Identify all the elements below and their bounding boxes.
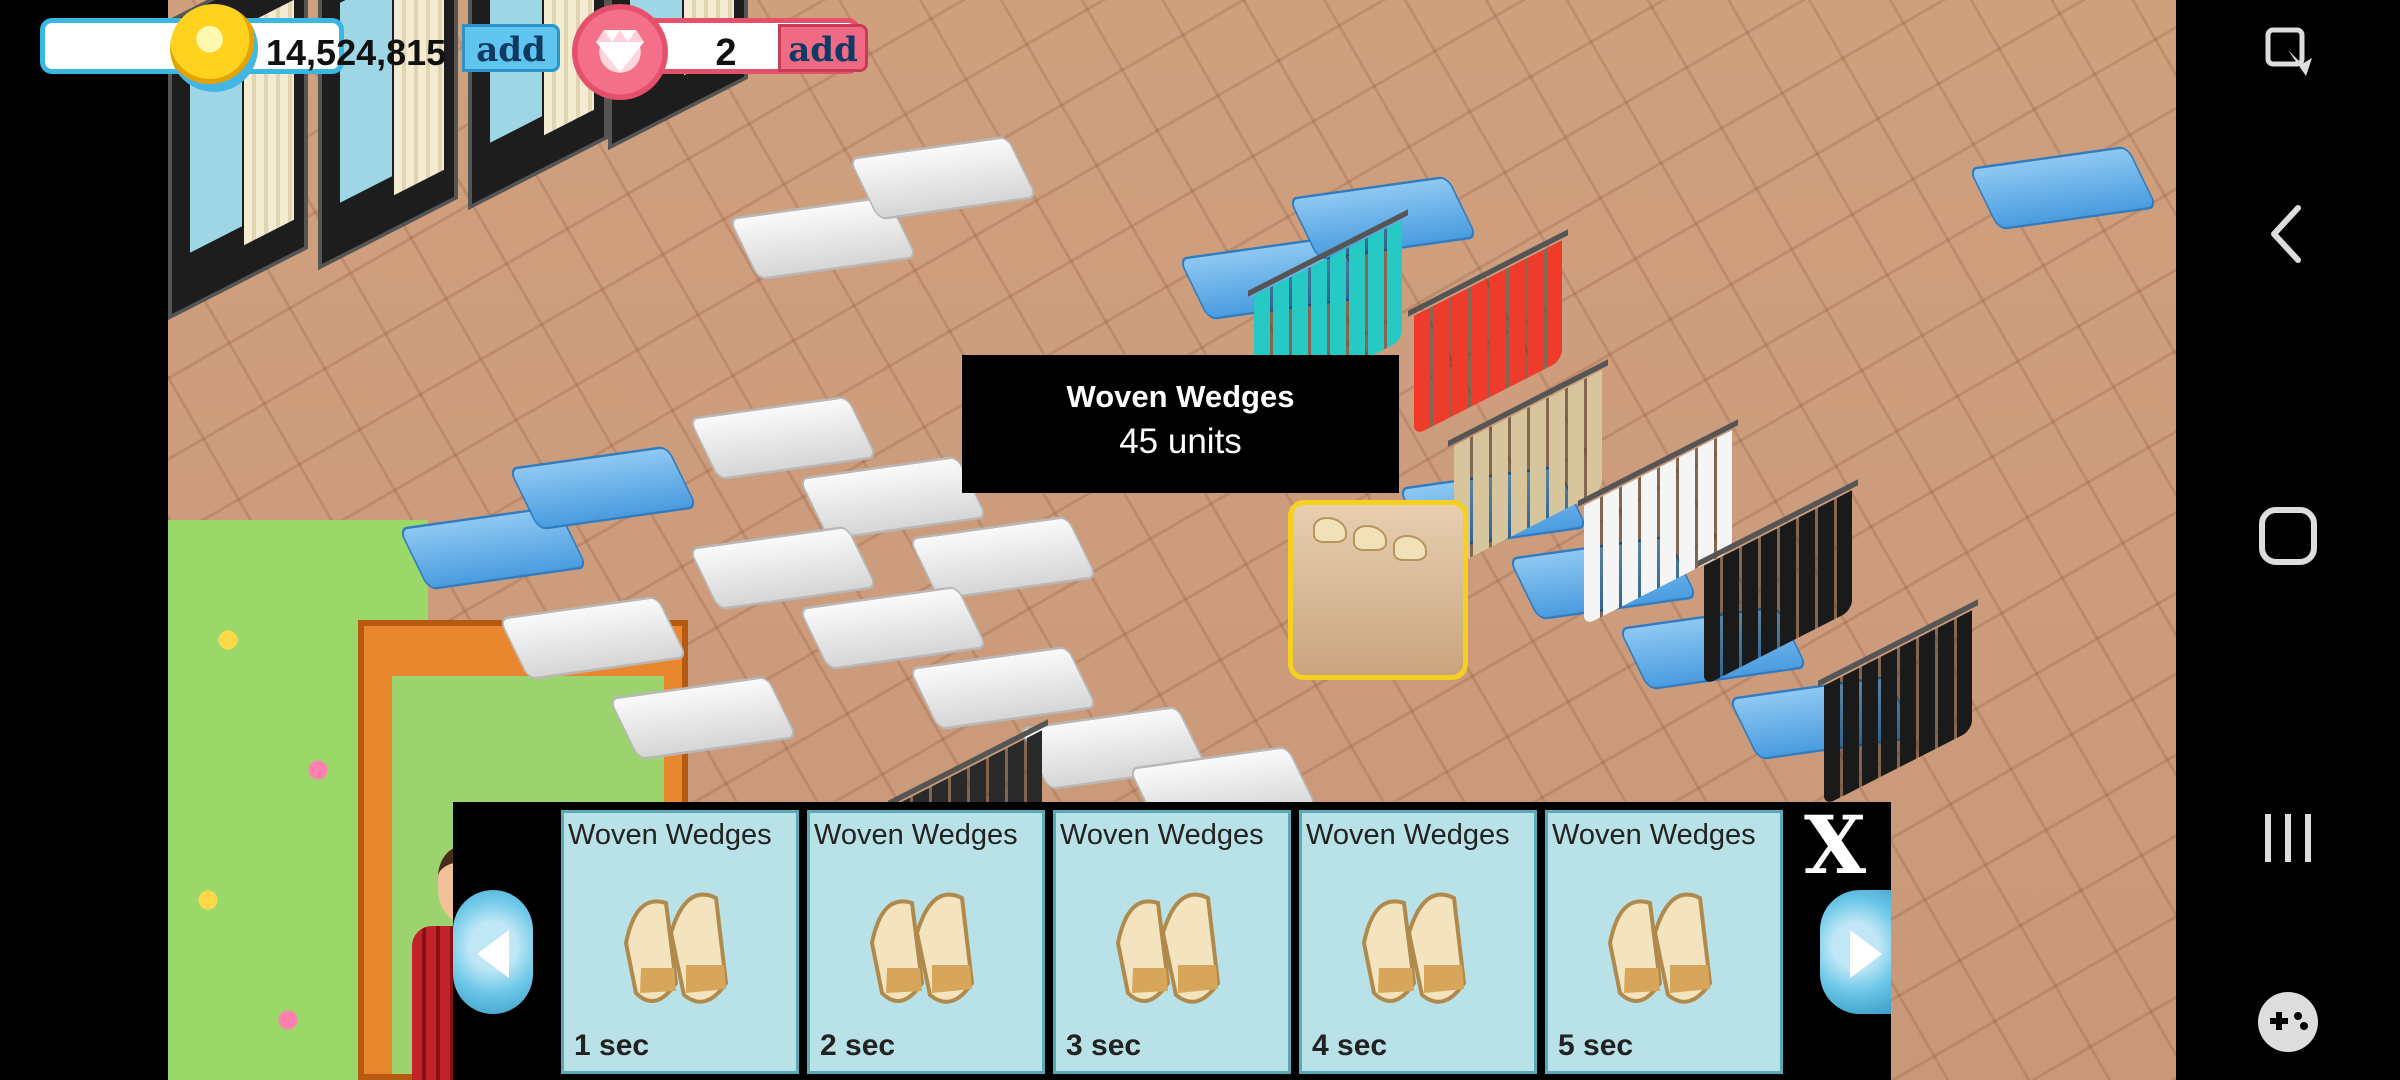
bench[interactable] [798, 585, 988, 671]
gems-amount: 2 [715, 32, 737, 74]
bench[interactable] [1968, 145, 2158, 231]
item-tooltip: Woven Wedges 45 units [962, 355, 1399, 493]
game-tools-icon[interactable] [2240, 974, 2336, 1070]
item-card-time: 5 sec [1558, 1029, 1634, 1062]
bench[interactable] [848, 135, 1038, 221]
item-card[interactable]: Woven Wedges 1 sec [561, 810, 799, 1074]
tooltip-item-name: Woven Wedges [1066, 379, 1295, 414]
screen-capture-icon[interactable] [2240, 6, 2336, 102]
wedge-shoe-icon [1115, 892, 1221, 1004]
recents-icon[interactable] [2240, 790, 2336, 886]
back-icon[interactable] [2240, 186, 2336, 282]
add-gems-button[interactable]: add [778, 24, 868, 72]
bench[interactable] [688, 395, 878, 481]
item-card[interactable]: Woven Wedges 2 sec [807, 810, 1045, 1074]
gem-icon [572, 4, 668, 100]
item-card[interactable]: Woven Wedges 5 sec [1545, 810, 1783, 1074]
close-button[interactable]: X [1793, 805, 1877, 885]
item-card-time: 4 sec [1312, 1029, 1388, 1062]
item-card-time: 1 sec [574, 1029, 650, 1062]
home-icon[interactable] [2240, 488, 2336, 584]
item-card-time: 2 sec [820, 1029, 896, 1062]
tooltip-item-units: 45 units [1119, 422, 1242, 461]
wedge-shoe-icon [1361, 892, 1467, 1004]
arrow-left-icon [477, 930, 509, 978]
item-card-name: Woven Wedges [1306, 819, 1510, 851]
bench[interactable] [908, 645, 1098, 731]
coins-amount: 14,524,815 [266, 32, 447, 73]
next-arrow-button[interactable] [1820, 890, 1891, 1014]
item-card-time: 3 sec [1066, 1029, 1142, 1062]
system-navigation-bar [2178, 0, 2400, 1080]
item-card[interactable]: Woven Wedges 4 sec [1299, 810, 1537, 1074]
arrow-right-icon [1850, 930, 1882, 978]
wedges-display-table[interactable] [1288, 500, 1468, 680]
wedge-shoe-icon [869, 892, 975, 1004]
previous-arrow-button[interactable] [453, 890, 533, 1014]
item-card[interactable]: Woven Wedges 3 sec [1053, 810, 1291, 1074]
item-card-name: Woven Wedges [568, 819, 772, 851]
item-card-name: Woven Wedges [814, 819, 1018, 851]
bench[interactable] [508, 445, 698, 531]
item-selection-bar: Woven Wedges 1 sec Woven Wedges 2 sec Wo… [453, 802, 1891, 1080]
bench[interactable] [688, 525, 878, 611]
coin-icon [170, 4, 258, 92]
item-card-name: Woven Wedges [1552, 819, 1756, 851]
wedge-shoe-icon [623, 892, 729, 1004]
wedge-shoe-icon [1607, 892, 1713, 1004]
item-card-name: Woven Wedges [1060, 819, 1264, 851]
add-coins-button[interactable]: add [462, 24, 560, 72]
